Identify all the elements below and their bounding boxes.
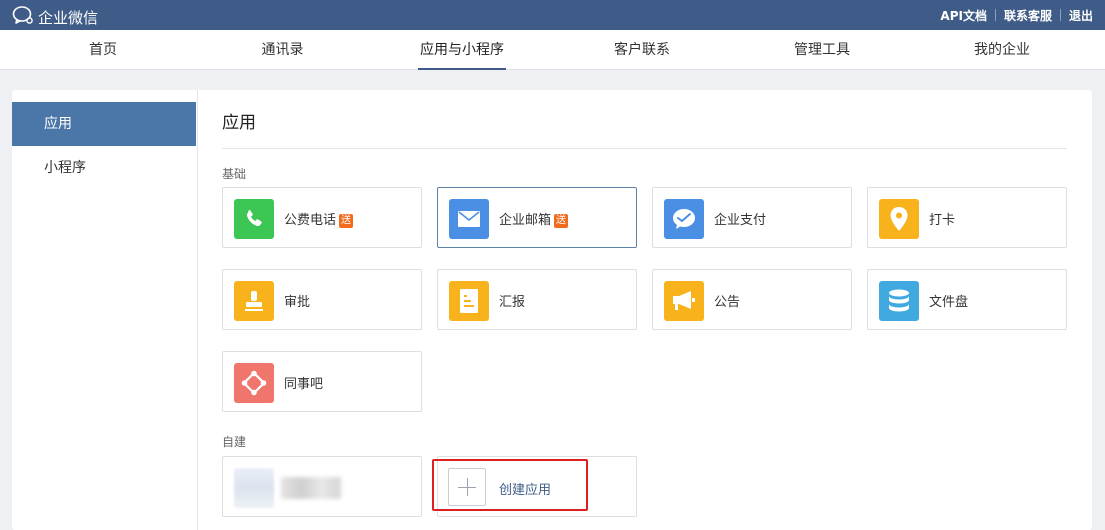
app-name: 审批 [284,295,311,310]
sidebar-item-apps[interactable]: 应用 [12,102,196,146]
section-label-custom: 自建 [222,435,247,449]
chat-bubble-logo-icon [12,5,34,29]
app-card-custom-blurred[interactable] [222,456,422,517]
app-thumbnail [234,468,274,508]
database-icon [879,281,919,321]
tab-home[interactable]: 首页 [88,30,118,70]
contact-support-link[interactable]: 联系客服 [1004,7,1052,24]
stamp-icon [234,281,274,321]
app-card-file-disk[interactable]: 文件盘 [867,269,1067,330]
report-icon [449,281,489,321]
megaphone-icon [664,281,704,321]
app-name: 企业邮箱 [499,213,552,228]
create-app-card[interactable]: 创建应用 [432,456,637,517]
redacted-app-name [281,477,341,499]
app-card-check-in[interactable]: 打卡 [867,187,1067,248]
top-links: API文档 联系客服 退出 [940,0,1093,30]
location-pin-icon [879,199,919,239]
tab-management-tools[interactable]: 管理工具 [792,30,852,70]
title-divider [222,148,1067,149]
app-name: 公告 [714,295,741,310]
mail-icon [449,199,489,239]
app-name: 汇报 [499,295,526,310]
brand-name: 企业微信 [38,8,99,27]
wallet-icon [664,199,704,239]
main-nav: 首页 通讯录 应用与小程序 客户联系 管理工具 我的企业 [0,30,1105,70]
top-bar: 企业微信 API文档 联系客服 退出 [0,0,1105,30]
app-name: 公费电话 [284,213,337,228]
gift-badge: 送 [554,214,569,228]
tab-my-enterprise[interactable]: 我的企业 [972,30,1032,70]
app-card-approval[interactable]: 审批 [222,269,422,330]
app-name: 同事吧 [284,377,324,392]
app-name: 企业支付 [714,213,767,228]
gift-badge: 送 [339,214,354,228]
phone-icon [234,199,274,239]
main-panel: 应用 小程序 应用 基础 公费电话送 企业邮箱送 企业支付 打卡 审批 汇报 公… [12,90,1092,530]
api-docs-link[interactable]: API文档 [940,7,987,24]
app-name: 打卡 [929,213,956,228]
app-card-enterprise-pay[interactable]: 企业支付 [652,187,852,248]
sidebar: 应用 小程序 [12,90,198,530]
app-card-announcement[interactable]: 公告 [652,269,852,330]
network-icon [234,363,274,403]
app-name: 文件盘 [929,295,969,310]
tab-customer-contact[interactable]: 客户联系 [612,30,672,70]
app-card-colleague-forum[interactable]: 同事吧 [222,351,422,412]
logout-link[interactable]: 退出 [1069,7,1093,24]
app-card-public-phone[interactable]: 公费电话送 [222,187,422,248]
divider [1059,9,1061,21]
section-label-basic: 基础 [222,167,247,181]
brand[interactable]: 企业微信 [12,5,98,29]
app-card-enterprise-mail[interactable]: 企业邮箱送 [437,187,637,248]
app-card-report[interactable]: 汇报 [437,269,637,330]
highlight-outline [432,459,588,511]
tab-contacts[interactable]: 通讯录 [260,30,305,70]
divider [994,9,996,21]
tab-apps-miniprograms[interactable]: 应用与小程序 [418,30,506,70]
sidebar-item-miniprograms[interactable]: 小程序 [12,146,196,190]
page-title: 应用 [222,113,256,133]
